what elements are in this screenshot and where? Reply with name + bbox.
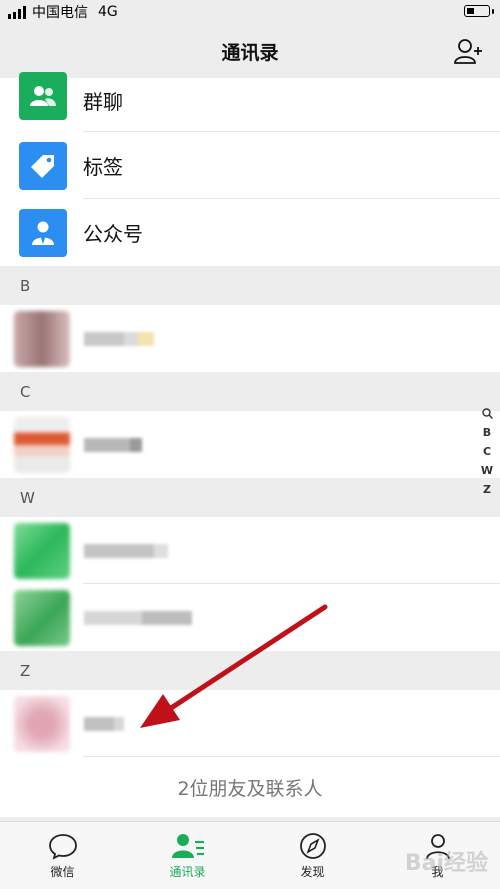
- group-chat-icon: [19, 72, 67, 120]
- nav-bar: 通讯录: [0, 24, 500, 78]
- tab-chats[interactable]: 微信: [0, 822, 125, 889]
- signal-icon: [8, 5, 26, 19]
- section-header-w: W: [0, 478, 500, 517]
- index-letter-b[interactable]: B: [483, 423, 491, 442]
- add-friend-icon[interactable]: [452, 36, 482, 66]
- chat-bubble-icon: [48, 833, 77, 860]
- contact-row[interactable]: [0, 411, 500, 478]
- official-account-label: 公众号: [83, 222, 143, 246]
- contact-row[interactable]: [0, 690, 500, 757]
- tags-label: 标签: [83, 155, 123, 179]
- contact-name-blurred: [84, 325, 154, 353]
- tab-contacts-label: 通讯录: [169, 864, 206, 879]
- tab-discover[interactable]: 发现: [250, 822, 375, 889]
- contacts-icon: [171, 833, 204, 858]
- carrier-label: 中国电信: [32, 5, 88, 21]
- contact-name-blurred: [84, 710, 124, 738]
- contact-row[interactable]: [0, 305, 500, 372]
- contact-count: 2位朋友及联系人: [0, 757, 500, 817]
- contact-list: 群聊 标签 公众号 B C W Z 2位朋友及联系人: [0, 72, 500, 817]
- search-icon[interactable]: [481, 408, 493, 419]
- page-title: 通讯录: [221, 41, 279, 64]
- index-letter-z[interactable]: Z: [483, 480, 491, 499]
- tab-contacts[interactable]: 通讯录: [125, 822, 250, 889]
- avatar: [14, 589, 70, 646]
- official-account-row[interactable]: 公众号: [0, 199, 500, 266]
- contact-row[interactable]: [0, 584, 500, 651]
- section-header-z: Z: [0, 651, 500, 690]
- avatar: [14, 310, 70, 367]
- avatar: [14, 522, 70, 579]
- network-label: 4G: [98, 4, 118, 20]
- group-chat-row[interactable]: 群聊: [0, 72, 500, 132]
- index-letter-w[interactable]: W: [481, 461, 493, 480]
- watermark: Bai经验: [404, 851, 488, 876]
- tab-discover-label: 发现: [300, 864, 325, 879]
- contact-name-blurred: [84, 604, 192, 632]
- alphabet-index[interactable]: B C W Z: [480, 404, 494, 499]
- status-bar: 中国电信 4G: [0, 0, 500, 24]
- battery-icon: [464, 5, 494, 17]
- group-chat-label: 群聊: [83, 90, 123, 114]
- index-letter-c[interactable]: C: [483, 442, 491, 461]
- contact-name-blurred: [84, 537, 168, 565]
- compass-icon: [299, 832, 326, 859]
- section-header-b: B: [0, 266, 500, 305]
- section-header-c: C: [0, 372, 500, 411]
- contact-name-blurred: [84, 431, 142, 459]
- avatar: [14, 695, 70, 752]
- official-account-icon: [19, 208, 67, 257]
- tag-icon: [19, 141, 67, 190]
- tab-chats-label: 微信: [50, 864, 75, 879]
- tags-row[interactable]: 标签: [0, 132, 500, 199]
- contact-row[interactable]: [0, 517, 500, 584]
- avatar: [14, 416, 70, 473]
